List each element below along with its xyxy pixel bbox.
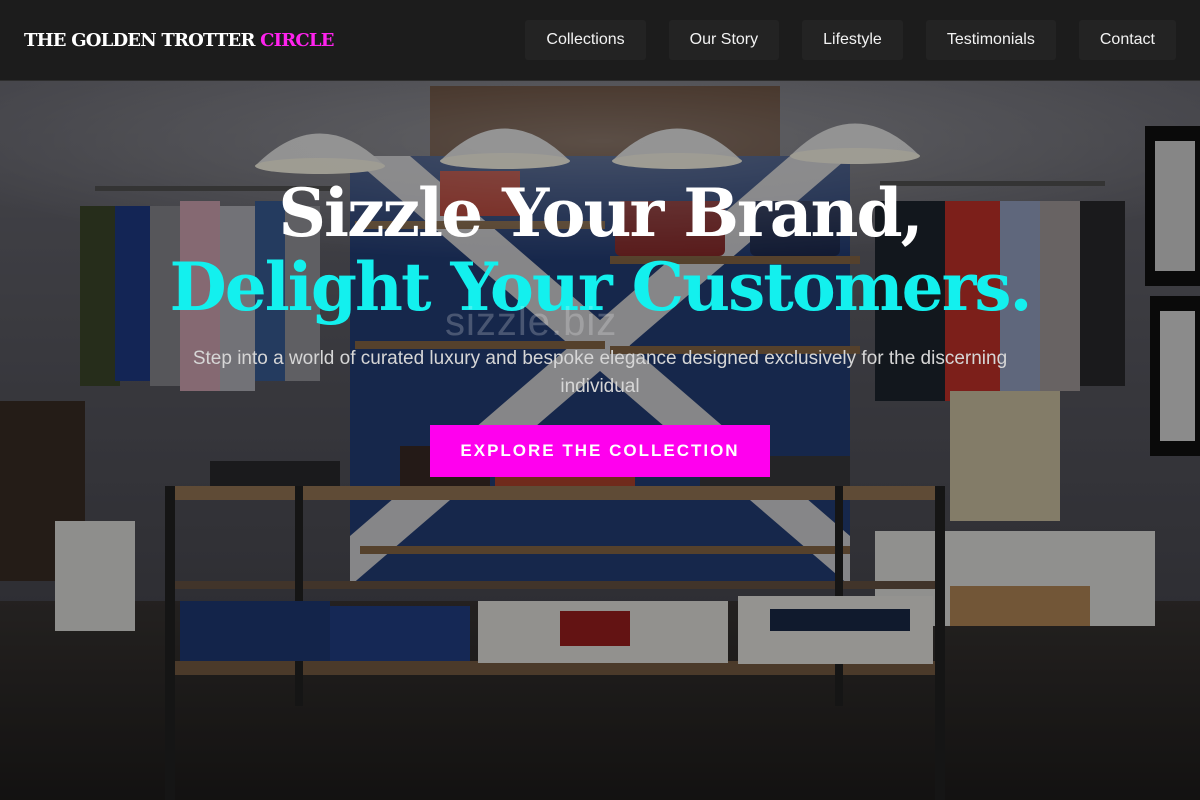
brand-accent: CIRCLE	[260, 29, 334, 51]
nav-item-lifestyle[interactable]: Lifestyle	[802, 20, 903, 60]
hero-subtext: Step into a world of curated luxury and …	[192, 348, 1008, 397]
headline-line-1: Sizzle Your Brand,	[278, 174, 923, 252]
nav-item-testimonials[interactable]: Testimonials	[925, 20, 1056, 60]
main-nav: Collections Our Story Lifestyle Testimon…	[525, 20, 1176, 60]
nav-item-our-story[interactable]: Our Story	[668, 20, 780, 60]
watermark-text: sizzle.biz	[445, 300, 618, 344]
site-header: THE GOLDEN TROTTER CIRCLE Collections Ou…	[0, 0, 1200, 81]
nav-item-contact[interactable]: Contact	[1078, 20, 1176, 60]
nav-item-collections[interactable]: Collections	[525, 20, 646, 60]
brand-logo[interactable]: THE GOLDEN TROTTER CIRCLE	[24, 30, 334, 51]
brand-name: THE GOLDEN TROTTER	[24, 29, 255, 51]
explore-collection-button[interactable]: EXPLORE THE COLLECTION	[430, 425, 770, 477]
